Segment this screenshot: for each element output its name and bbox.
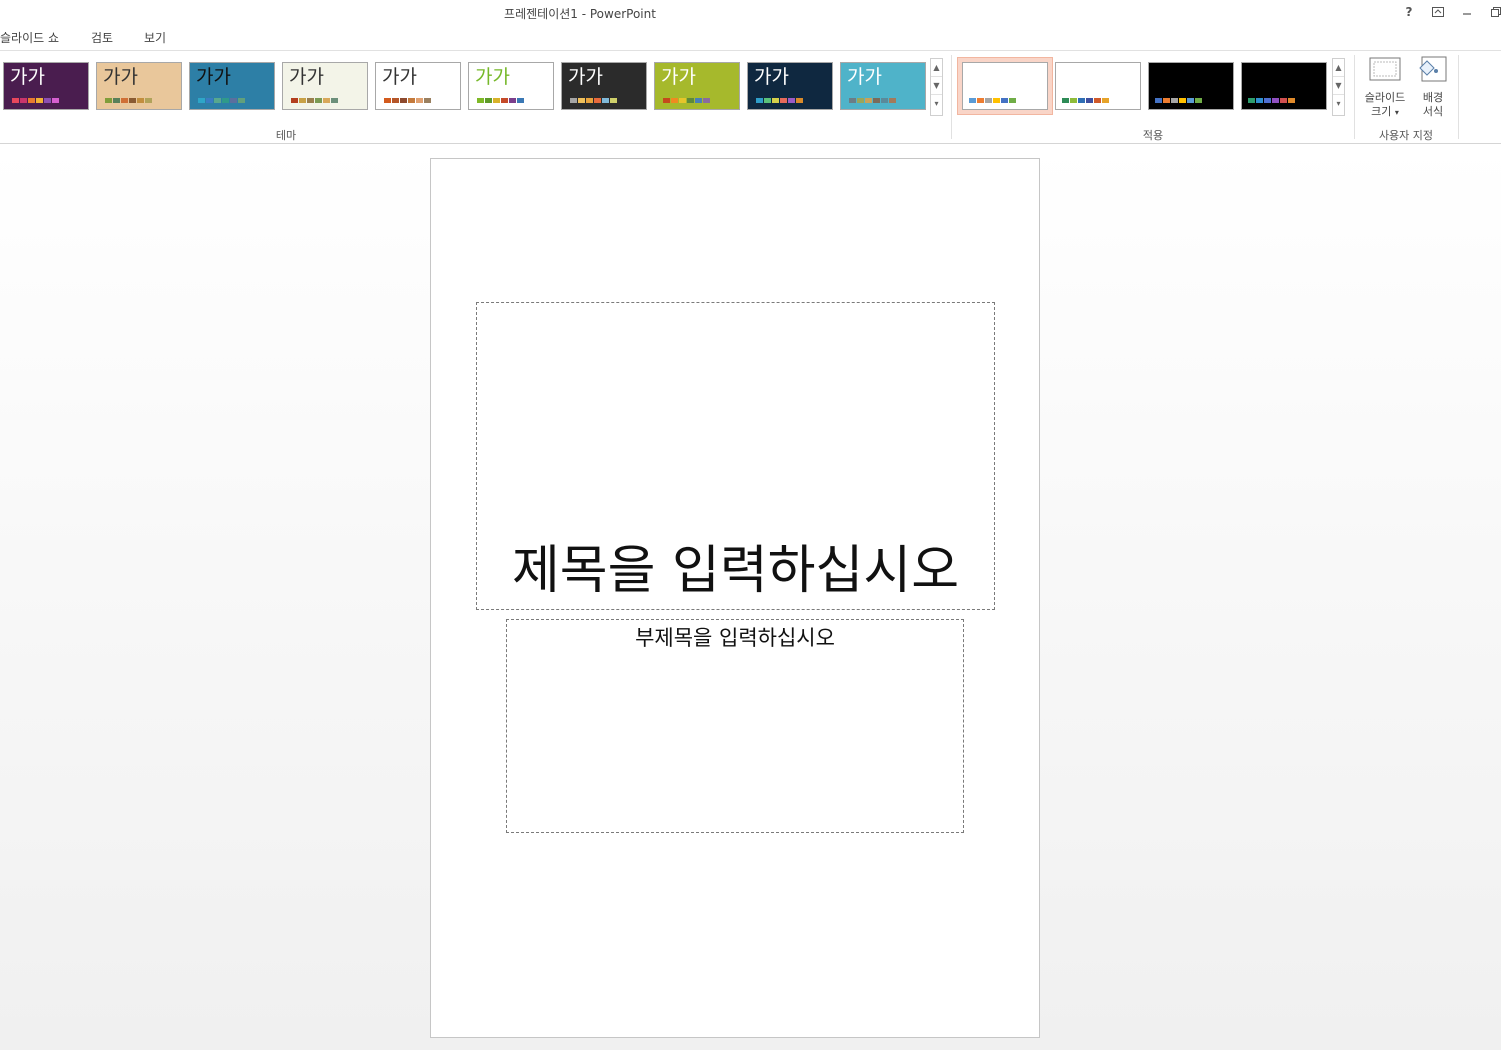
scroll-up-icon[interactable]: ▲	[1333, 59, 1344, 77]
format-background-button[interactable]: 배경 서식	[1413, 55, 1453, 119]
scroll-up-icon[interactable]: ▲	[931, 59, 942, 77]
help-button[interactable]: ?	[1398, 2, 1420, 22]
format-background-label-2: 서식	[1422, 105, 1444, 118]
variant-color-swatches	[1062, 98, 1109, 103]
theme-sample-text: 가가	[754, 66, 789, 88]
slide-size-icon	[1369, 57, 1401, 81]
dropdown-arrow-icon: ▾	[1394, 108, 1399, 117]
ribbon: 가가 가가 가가 가가 가가 가가 가가 가가 가가 가가 ▲ ▼ ▾ 테마 ▲ ▼ ▾ 적용 슬…	[0, 50, 1501, 144]
theme-sample-text: 가가	[847, 66, 882, 88]
group-separator	[1458, 55, 1459, 139]
minimize-icon	[1463, 13, 1471, 15]
theme-color-swatches	[12, 98, 59, 103]
variant-thumbnail[interactable]	[1241, 62, 1327, 110]
theme-color-swatches	[198, 98, 245, 103]
theme-thumbnail[interactable]: 가가	[840, 62, 926, 110]
more-icon[interactable]: ▾	[931, 95, 942, 113]
title-placeholder[interactable]: 제목을 입력하십시오	[476, 302, 995, 610]
theme-sample-text: 가가	[289, 66, 324, 88]
theme-color-swatches	[756, 98, 803, 103]
scroll-down-icon[interactable]: ▼	[931, 77, 942, 95]
format-background-label-1: 배경	[1422, 91, 1444, 104]
theme-color-swatches	[570, 98, 617, 103]
variant-color-swatches	[1248, 98, 1295, 103]
more-icon[interactable]: ▾	[1333, 95, 1344, 113]
theme-color-swatches	[384, 98, 431, 103]
theme-sample-text: 가가	[103, 66, 138, 88]
slide-size-button[interactable]: 슬라이드 크기 ▾	[1358, 55, 1412, 120]
customize-group-label: 사용자 지정	[1378, 129, 1434, 142]
ribbon-display-icon	[1432, 7, 1444, 17]
format-background-icon	[1419, 56, 1447, 82]
theme-color-swatches	[291, 98, 338, 103]
theme-sample-text: 가가	[196, 66, 231, 88]
theme-thumbnail[interactable]: 가가	[3, 62, 89, 110]
slide-canvas[interactable]: 제목을 입력하십시오 부제목을 입력하십시오	[430, 158, 1040, 1038]
ribbon-tabs: 슬라이드 쇼 검토 보기	[0, 26, 1501, 50]
variant-thumbnail[interactable]	[1055, 62, 1141, 110]
theme-thumbnail[interactable]: 가가	[561, 62, 647, 110]
scroll-down-icon[interactable]: ▼	[1333, 77, 1344, 95]
restore-button[interactable]	[1485, 2, 1501, 22]
theme-sample-text: 가가	[10, 66, 45, 88]
tab-view[interactable]: 보기	[144, 29, 166, 46]
themes-gallery-scroll: ▲ ▼ ▾	[930, 58, 943, 116]
theme-thumbnail[interactable]: 가가	[375, 62, 461, 110]
variant-thumbnail[interactable]	[962, 62, 1048, 110]
theme-color-swatches	[663, 98, 710, 103]
variant-color-swatches	[969, 98, 1016, 103]
theme-sample-text: 가가	[475, 66, 510, 88]
theme-color-swatches	[849, 98, 896, 103]
theme-thumbnail[interactable]: 가가	[468, 62, 554, 110]
tab-slideshow[interactable]: 슬라이드 쇼	[0, 29, 59, 46]
theme-color-swatches	[105, 98, 152, 103]
title-bar: 프레젠테이션1 - PowerPoint ?	[0, 0, 1501, 26]
themes-group-label: 테마	[275, 129, 297, 142]
theme-thumbnail[interactable]: 가가	[96, 62, 182, 110]
slide-editing-area: 제목을 입력하십시오 부제목을 입력하십시오	[0, 145, 1501, 1050]
minimize-button[interactable]	[1456, 2, 1478, 22]
theme-thumbnail[interactable]: 가가	[654, 62, 740, 110]
variant-thumbnail[interactable]	[1148, 62, 1234, 110]
window-title: 프레젠테이션1 - PowerPoint	[504, 7, 656, 21]
variants-group-label: 적용	[1142, 129, 1164, 142]
group-separator	[1354, 55, 1355, 139]
theme-sample-text: 가가	[568, 66, 603, 88]
title-placeholder-text: 제목을 입력하십시오	[511, 541, 960, 601]
theme-thumbnail[interactable]: 가가	[189, 62, 275, 110]
tab-review[interactable]: 검토	[91, 29, 113, 46]
theme-thumbnail[interactable]: 가가	[282, 62, 368, 110]
restore-icon	[1491, 7, 1501, 17]
subtitle-placeholder-text: 부제목을 입력하십시오	[635, 626, 835, 650]
subtitle-placeholder[interactable]: 부제목을 입력하십시오	[506, 619, 964, 833]
theme-sample-text: 가가	[382, 66, 417, 88]
variant-color-swatches	[1155, 98, 1202, 103]
theme-sample-text: 가가	[661, 66, 696, 88]
group-separator	[951, 55, 952, 139]
slide-size-label-2: 크기	[1371, 105, 1392, 118]
theme-thumbnail[interactable]: 가가	[747, 62, 833, 110]
variants-gallery-scroll: ▲ ▼ ▾	[1332, 58, 1345, 116]
ribbon-display-options-button[interactable]	[1427, 2, 1449, 22]
theme-color-swatches	[477, 98, 524, 103]
slide-size-label-1: 슬라이드	[1364, 91, 1406, 104]
